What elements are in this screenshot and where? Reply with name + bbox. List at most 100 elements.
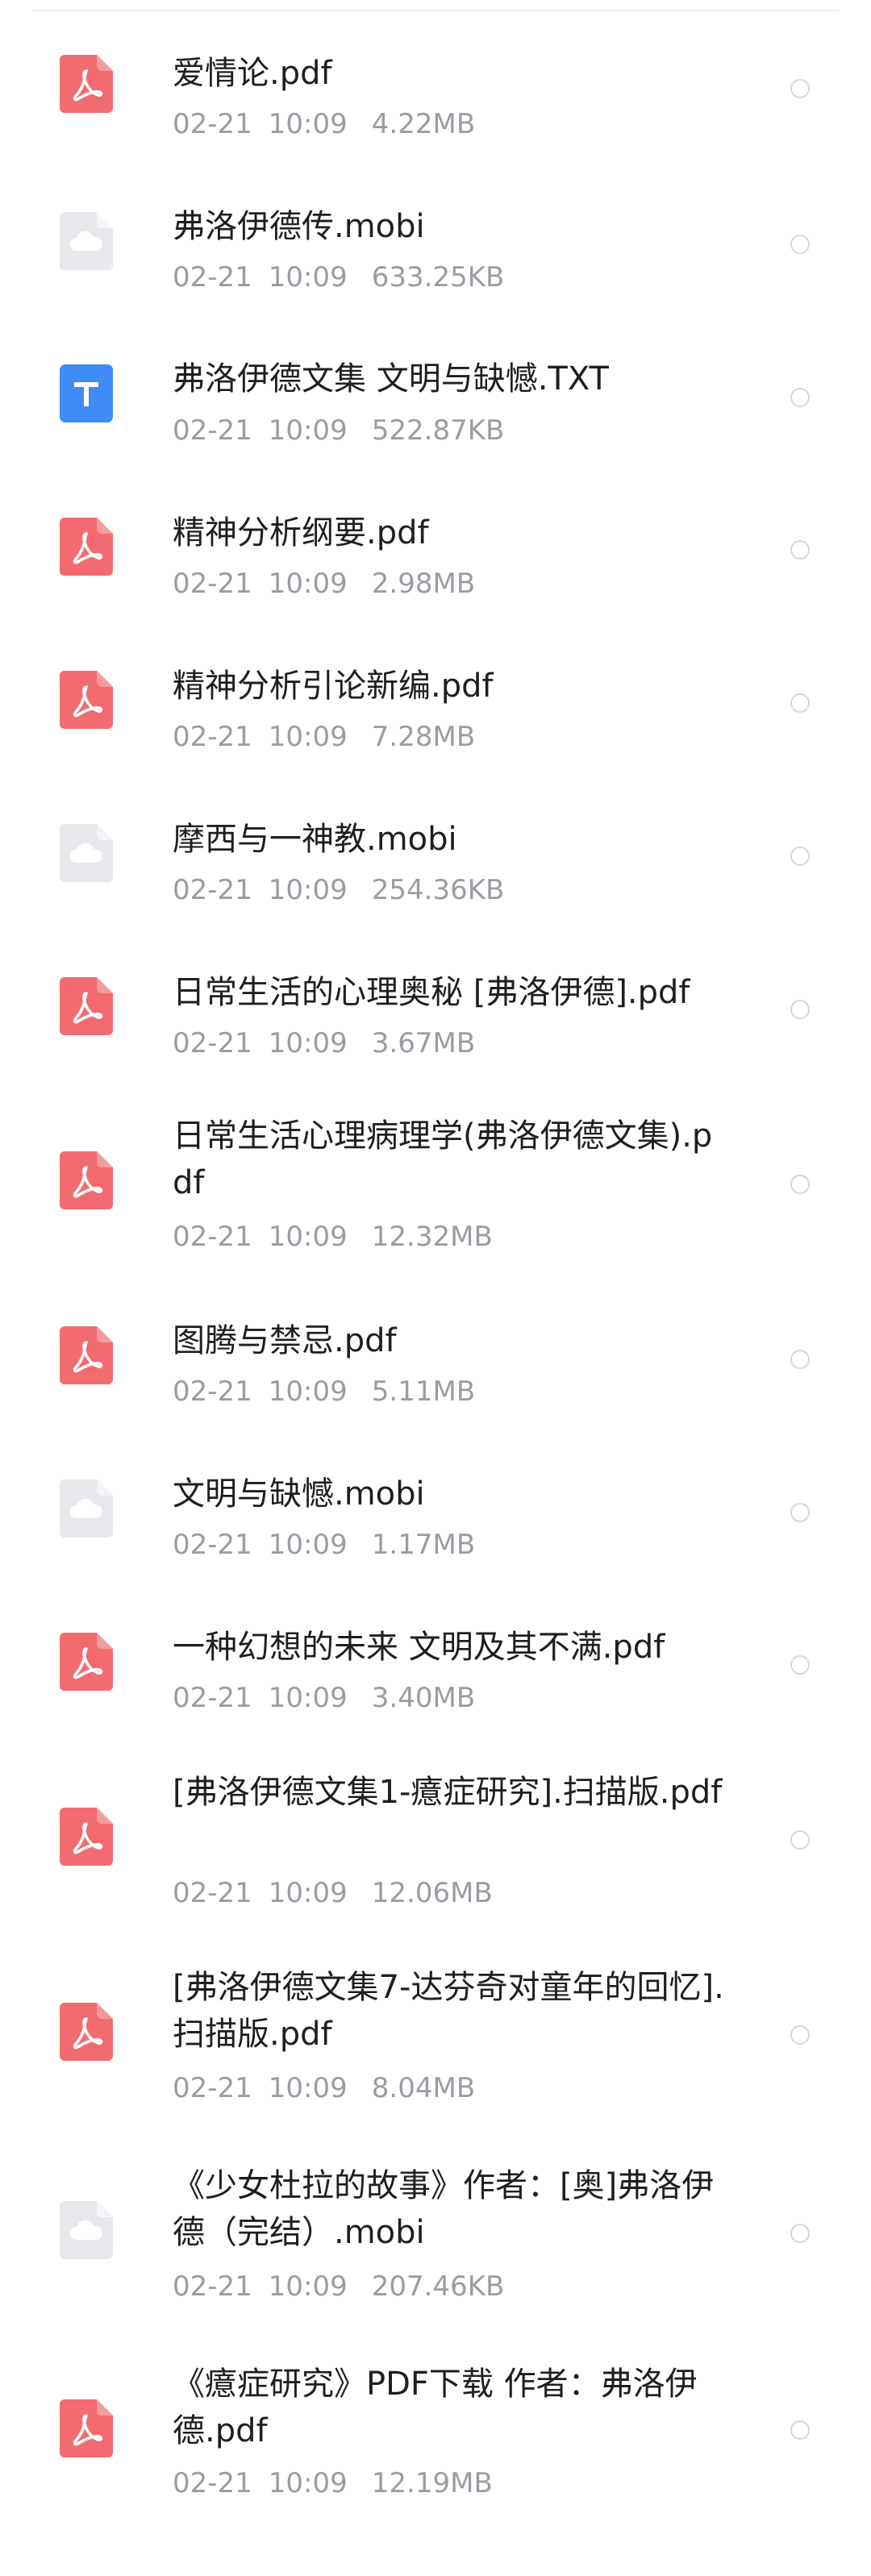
file-time: 10:09: [268, 2467, 348, 2499]
file-time: 10:09: [268, 1221, 348, 1253]
file-date: 02-21: [173, 1221, 252, 1253]
pdf-icon: [60, 55, 113, 113]
file-size: 2.98MB: [371, 568, 476, 600]
file-date: 02-21: [173, 261, 252, 293]
file-size: 522.87KB: [371, 414, 505, 447]
cloud-file-icon: [60, 2201, 113, 2259]
file-name: 摩西与一神教.mobi: [173, 821, 457, 858]
file-time: 10:09: [268, 1529, 348, 1561]
file-name: 《少女杜拉的故事》作者：[奥]弗洛伊德（完结）.mobi: [173, 2167, 715, 2251]
file-size: 12.19MB: [371, 2467, 493, 2499]
select-radio[interactable]: [790, 1000, 810, 1019]
select-radio[interactable]: [790, 847, 810, 866]
pdf-icon: [60, 671, 113, 729]
cloud-file-icon: [60, 824, 113, 882]
file-meta: 02-21 10:09 5.11MB: [173, 1375, 475, 1408]
select-radio[interactable]: [790, 1830, 810, 1850]
file-size: 12.32MB: [371, 1221, 493, 1253]
file-size: 207.46KB: [371, 2270, 505, 2303]
file-size: 4.22MB: [371, 108, 476, 140]
select-radio[interactable]: [790, 2420, 810, 2440]
file-date: 02-21: [173, 1375, 252, 1408]
file-meta: 02-21 10:09 254.36KB: [173, 874, 504, 906]
select-radio[interactable]: [790, 1503, 810, 1522]
file-name: 日常生活心理病理学(弗洛伊德文集).pdf: [173, 1117, 713, 1201]
pdf-icon: [60, 1151, 113, 1209]
file-date: 02-21: [173, 2467, 252, 2499]
file-size: 254.36KB: [371, 874, 505, 906]
file-date: 02-21: [173, 2072, 252, 2104]
select-radio[interactable]: [790, 540, 810, 560]
file-time: 10:09: [268, 721, 348, 753]
file-date: 02-21: [173, 874, 252, 906]
select-radio[interactable]: [790, 693, 810, 713]
cloud-file-icon: [60, 212, 113, 270]
file-size: 5.11MB: [371, 1375, 476, 1408]
file-time: 10:09: [268, 2072, 348, 2104]
select-radio[interactable]: [790, 2224, 810, 2243]
file-size: 3.67MB: [371, 1027, 476, 1059]
file-size: 12.06MB: [371, 1877, 493, 1909]
file-name: 精神分析引论新编.pdf: [173, 668, 494, 705]
file-time: 10:09: [268, 2270, 348, 2303]
file-time: 10:09: [268, 108, 348, 140]
top-divider: [32, 10, 839, 11]
file-meta: 02-21 10:09 12.06MB: [173, 1877, 493, 1909]
select-radio[interactable]: [790, 1350, 810, 1369]
file-meta: 02-21 10:09 7.28MB: [173, 721, 475, 753]
file-date: 02-21: [173, 414, 252, 447]
file-name: 日常生活的心理奥秘 [弗洛伊德].pdf: [173, 974, 690, 1011]
file-date: 02-21: [173, 2270, 252, 2303]
file-name: 一种幻想的未来 文明及其不满.pdf: [173, 1629, 665, 1666]
file-time: 10:09: [268, 1682, 348, 1714]
file-time: 10:09: [268, 568, 348, 600]
file-name: 弗洛伊德传.mobi: [173, 208, 425, 245]
file-meta: 02-21 10:09 207.46KB: [173, 2270, 504, 2303]
pdf-icon: [60, 1808, 113, 1866]
text-file-icon: [60, 364, 113, 422]
file-size: 7.28MB: [371, 721, 476, 753]
file-meta: 02-21 10:09 2.98MB: [173, 568, 475, 600]
file-date: 02-21: [173, 1877, 252, 1909]
file-meta: 02-21 10:09 12.19MB: [173, 2467, 493, 2499]
file-date: 02-21: [173, 108, 252, 140]
file-time: 10:09: [268, 874, 348, 906]
file-time: 10:09: [268, 1027, 348, 1059]
pdf-icon: [60, 2003, 113, 2061]
file-size: 8.04MB: [371, 2072, 476, 2104]
select-radio[interactable]: [790, 1655, 810, 1675]
select-radio[interactable]: [790, 1175, 810, 1194]
file-meta: 02-21 10:09 633.25KB: [173, 261, 504, 293]
file-time: 10:09: [268, 414, 348, 447]
file-meta: 02-21 10:09 1.17MB: [173, 1529, 475, 1561]
file-time: 10:09: [268, 261, 348, 293]
file-name: 文明与缺憾.mobi: [173, 1475, 425, 1513]
file-meta: 02-21 10:09 12.32MB: [173, 1221, 493, 1253]
file-size: 1.17MB: [371, 1529, 476, 1561]
file-size: 633.25KB: [371, 261, 505, 293]
file-time: 10:09: [268, 1877, 348, 1909]
file-meta: 02-21 10:09 3.40MB: [173, 1682, 475, 1714]
select-radio[interactable]: [790, 235, 810, 254]
select-radio[interactable]: [790, 2025, 810, 2045]
file-name: 爱情论.pdf: [173, 55, 332, 92]
file-date: 02-21: [173, 1682, 252, 1714]
file-meta: 02-21 10:09 3.67MB: [173, 1027, 475, 1059]
file-date: 02-21: [173, 1529, 252, 1561]
file-meta: 02-21 10:09 8.04MB: [173, 2072, 475, 2104]
file-name: 《癔症研究》PDF下载 作者：弗洛伊德.pdf: [173, 2366, 698, 2449]
file-name: [弗洛伊德文集1-癔症研究].扫描版.pdf: [173, 1774, 723, 1811]
pdf-icon: [60, 1633, 113, 1691]
file-meta: 02-21 10:09 4.22MB: [173, 108, 475, 140]
file-date: 02-21: [173, 568, 252, 600]
file-name: [弗洛伊德文集7-达芬奇对童年的回忆].扫描版.pdf: [173, 1969, 724, 2053]
file-name: 弗洛伊德文集 文明与缺憾.TXT: [173, 360, 609, 397]
pdf-icon: [60, 1326, 113, 1384]
file-time: 10:09: [268, 1375, 348, 1408]
file-name: 精神分析纲要.pdf: [173, 514, 429, 551]
file-size: 3.40MB: [371, 1682, 476, 1714]
file-name: 图腾与禁忌.pdf: [173, 1322, 397, 1359]
cloud-file-icon: [60, 1479, 113, 1538]
select-radio[interactable]: [790, 388, 810, 407]
select-radio[interactable]: [790, 79, 810, 98]
